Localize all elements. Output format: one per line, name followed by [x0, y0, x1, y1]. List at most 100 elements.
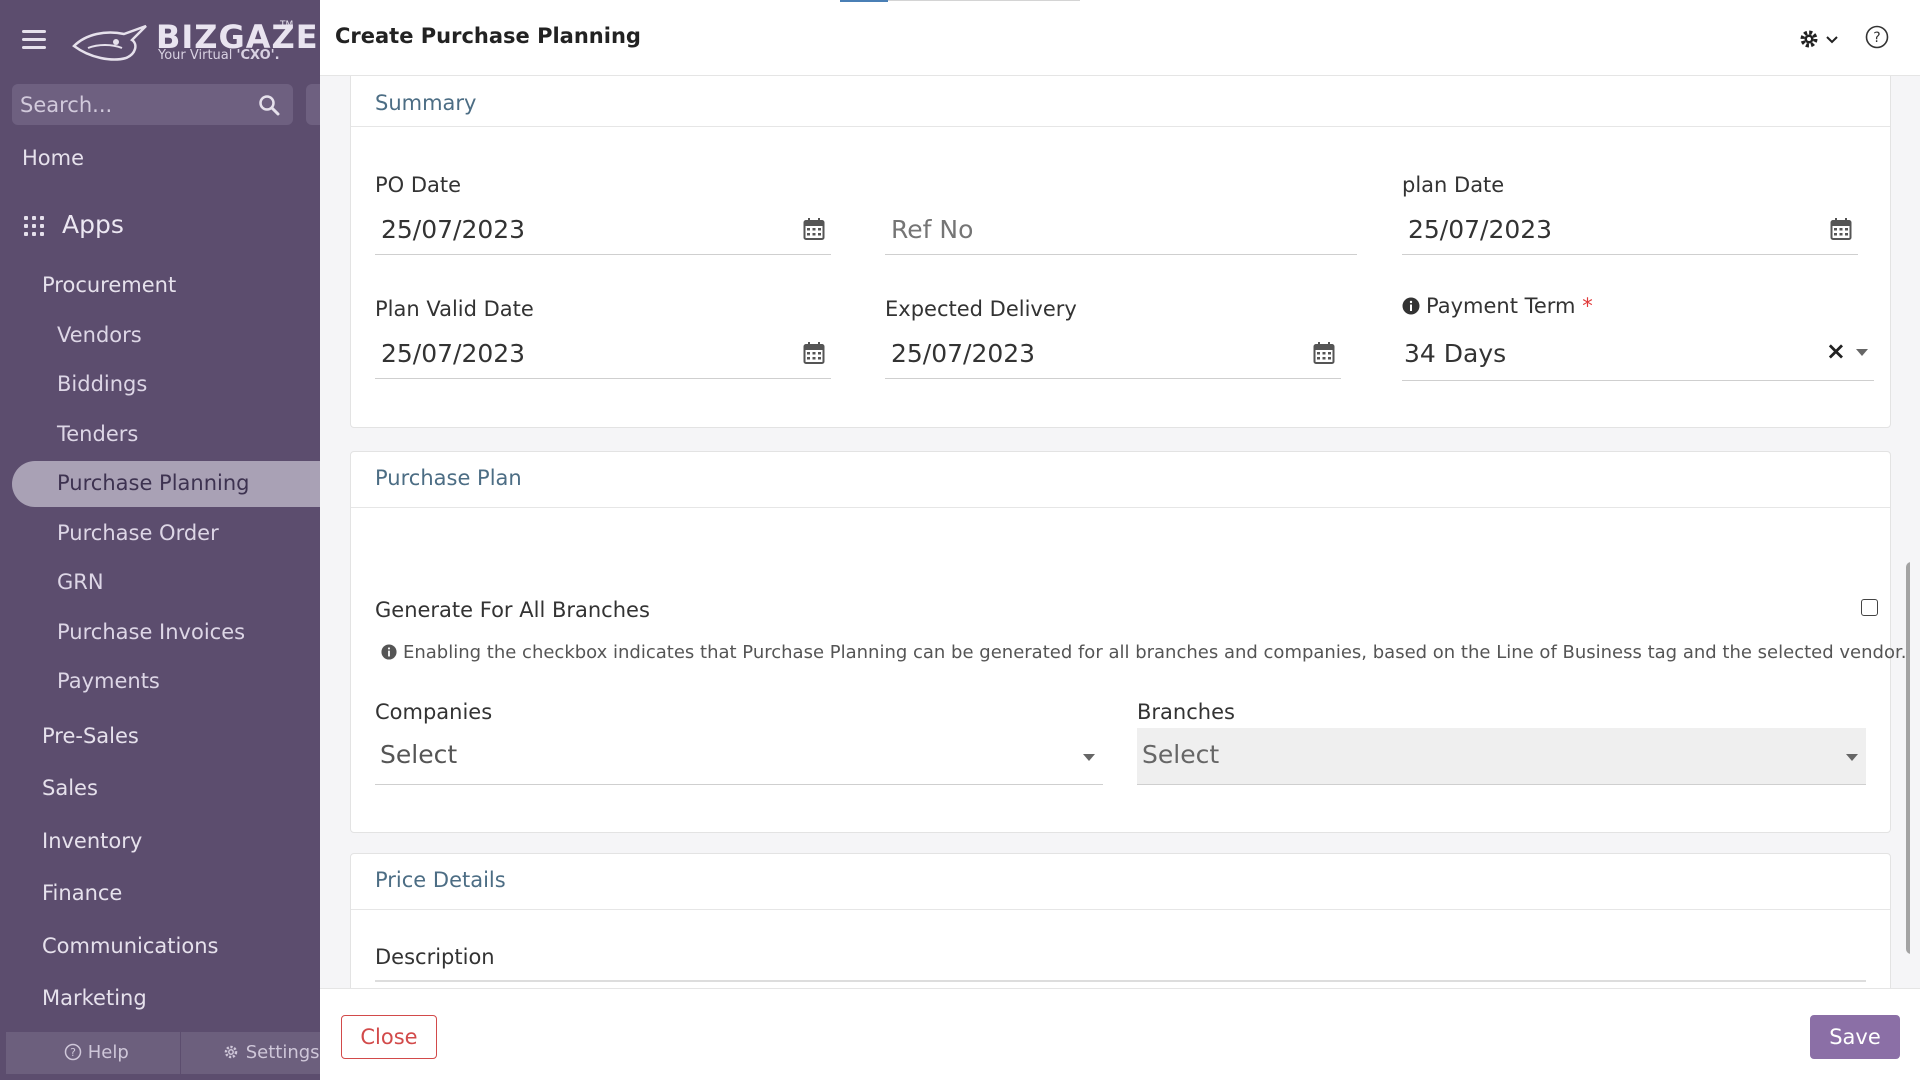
tab-indicator — [840, 0, 888, 2]
sidebar-item-communications[interactable]: Communications — [42, 934, 218, 958]
generate-all-checkbox[interactable] — [1861, 599, 1878, 616]
price-details-card: Price Details Description — [350, 853, 1891, 988]
plan-date-value: 25/07/2023 — [1408, 215, 1553, 244]
description-label: Description — [375, 945, 495, 969]
generate-all-label: Generate For All Branches — [375, 598, 650, 622]
summary-title: Summary — [375, 91, 477, 115]
payment-term-value: 34 Days — [1404, 339, 1507, 368]
chevron-down-icon[interactable] — [1846, 754, 1858, 761]
sidebar-item-home[interactable]: Home — [22, 146, 84, 170]
gear-icon — [224, 1045, 238, 1059]
settings-label: Settings — [245, 1042, 320, 1063]
branches-value: Select — [1142, 740, 1220, 769]
bizgaze-logo[interactable]: BIZGAZE TM Your Virtual 'CXO'. — [72, 18, 318, 66]
footer-divider — [180, 1032, 181, 1074]
sidebar-item-label: Purchase Planning — [57, 471, 250, 495]
sidebar-item-finance[interactable]: Finance — [42, 881, 122, 905]
sidebar-footer: ? Help Settings — [6, 1032, 320, 1074]
settings-dropdown-button[interactable] — [1798, 26, 1842, 52]
purchase-plan-card: Purchase Plan Generate For All Branches … — [350, 451, 1906, 833]
po-date-value: 25/07/2023 — [381, 215, 526, 244]
logo-tagline-bold: 'CXO'. — [236, 48, 280, 63]
menu-icon[interactable] — [22, 30, 46, 50]
sidebar-item-marketing[interactable]: Marketing — [42, 986, 147, 1010]
sidebar-search — [12, 84, 293, 125]
payment-term-label-text: Payment Term — [1426, 294, 1576, 318]
logo-wing-icon — [72, 24, 147, 61]
calendar-icon[interactable] — [803, 341, 825, 365]
po-date-field[interactable]: 25/07/2023 — [375, 203, 831, 255]
plan-valid-date-label: Plan Valid Date — [375, 297, 534, 321]
branches-select[interactable]: Select — [1137, 728, 1866, 785]
svg-text:?: ? — [1873, 30, 1880, 46]
save-button[interactable]: Save — [1810, 1015, 1900, 1059]
branches-label: Branches — [1137, 700, 1235, 724]
sidebar-item-pre-sales[interactable]: Pre-Sales — [42, 724, 139, 748]
sidebar-item-procurement[interactable]: Procurement — [42, 273, 176, 297]
sidebar-item-purchase-order[interactable]: Purchase Order — [57, 521, 219, 545]
search-icon[interactable] — [257, 93, 281, 117]
summary-card: Summary PO Date 25/07/2023 plan Date 25/… — [350, 76, 1891, 428]
sidebar-item-biddings[interactable]: Biddings — [57, 372, 147, 396]
expected-delivery-value: 25/07/2023 — [891, 339, 1036, 368]
sidebar-item-purchase-invoices[interactable]: Purchase Invoices — [57, 620, 245, 644]
apps-label: Apps — [62, 210, 124, 239]
purchase-plan-card-header: Purchase Plan — [351, 452, 1890, 508]
required-mark: * — [1582, 294, 1593, 318]
payment-term-select[interactable]: 34 Days × — [1402, 327, 1874, 381]
logo-tagline: Your Virtual 'CXO'. — [158, 48, 280, 63]
info-icon — [381, 644, 397, 660]
sidebar-item-tenders[interactable]: Tenders — [57, 422, 138, 446]
info-icon — [1402, 297, 1420, 315]
calendar-icon[interactable] — [1313, 341, 1335, 365]
generate-all-note: Enabling the checkbox indicates that Pur… — [381, 642, 1906, 663]
ref-no-field[interactable] — [885, 203, 1357, 255]
price-details-title: Price Details — [375, 868, 506, 892]
calendar-icon[interactable] — [1830, 217, 1852, 241]
plan-valid-date-value: 25/07/2023 — [381, 339, 526, 368]
summary-card-header: Summary — [351, 76, 1890, 127]
help-label: Help — [87, 1042, 129, 1063]
search-input[interactable] — [20, 84, 250, 125]
help-icon[interactable]: ? — [1864, 24, 1890, 50]
expected-delivery-label: Expected Delivery — [885, 297, 1077, 321]
plan-valid-date-field[interactable]: 25/07/2023 — [375, 327, 831, 379]
sidebar-item-sales[interactable]: Sales — [42, 776, 98, 800]
settings-link[interactable]: Settings — [222, 1042, 320, 1063]
plan-date-label: plan Date — [1402, 173, 1505, 197]
price-details-card-header: Price Details — [351, 854, 1890, 910]
logo-tagline-prefix: Your Virtual — [158, 48, 237, 63]
ref-no-input[interactable] — [891, 211, 1341, 247]
sidebar: BIZGAZE TM Your Virtual 'CXO'. Home Apps… — [0, 0, 322, 1080]
sidebar-item-vendors[interactable]: Vendors — [57, 323, 142, 347]
description-field[interactable] — [375, 980, 1866, 988]
plan-date-field[interactable]: 25/07/2023 — [1402, 203, 1858, 255]
sidebar-item-purchase-planning[interactable]: Purchase Planning — [12, 461, 322, 507]
chevron-down-icon — [1826, 36, 1838, 44]
scrollbar[interactable] — [1906, 562, 1910, 954]
generate-all-note-text: Enabling the checkbox indicates that Pur… — [403, 642, 1907, 663]
sidebar-item-grn[interactable]: GRN — [57, 570, 104, 594]
sidebar-header: BIZGAZE TM Your Virtual 'CXO'. — [0, 0, 320, 80]
chevron-down-icon[interactable] — [1083, 754, 1095, 761]
sidebar-item-payments[interactable]: Payments — [57, 669, 160, 693]
companies-label: Companies — [375, 700, 493, 724]
calendar-icon[interactable] — [803, 217, 825, 241]
svg-text:?: ? — [70, 1046, 76, 1059]
form-footer: Close Save — [320, 988, 1920, 1080]
companies-select[interactable]: Select — [375, 728, 1103, 785]
logo-trademark: TM — [280, 20, 294, 30]
apps-grid-icon — [24, 216, 44, 236]
companies-value: Select — [380, 740, 458, 769]
help-link[interactable]: ? Help — [64, 1042, 129, 1063]
sidebar-item-inventory[interactable]: Inventory — [42, 829, 142, 853]
chevron-down-icon[interactable] — [1856, 349, 1868, 356]
clear-icon[interactable]: × — [1826, 337, 1846, 365]
main-panel: Create Purchase Planning ? Summary PO Da… — [320, 0, 1920, 1080]
tab-indicator-track — [888, 0, 1080, 1]
page-header: Create Purchase Planning ? — [320, 0, 1920, 76]
close-button[interactable]: Close — [341, 1015, 437, 1059]
expected-delivery-field[interactable]: 25/07/2023 — [885, 327, 1341, 379]
help-circle-icon: ? — [64, 1043, 82, 1061]
gear-icon — [1800, 30, 1818, 48]
